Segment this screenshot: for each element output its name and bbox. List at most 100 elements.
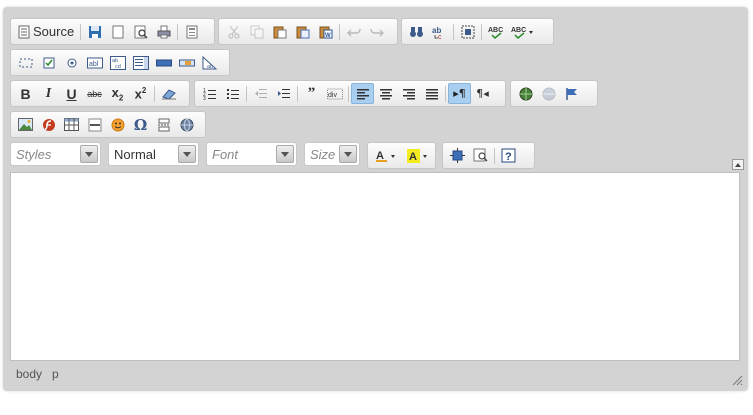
format-combo-arrow[interactable] xyxy=(178,145,196,163)
italic-button[interactable]: I xyxy=(37,83,60,104)
source-button[interactable]: Source xyxy=(14,21,78,42)
special-char-button[interactable]: Ω xyxy=(129,114,152,135)
maximize-button[interactable] xyxy=(446,145,469,166)
select-button[interactable] xyxy=(129,52,152,73)
paste-text-button[interactable] xyxy=(291,21,314,42)
show-blocks-icon xyxy=(473,148,488,162)
underline-button[interactable]: U xyxy=(60,83,83,104)
text-field-button[interactable]: abl xyxy=(83,52,106,73)
smiley-button[interactable] xyxy=(106,114,129,135)
indent-button[interactable] xyxy=(272,83,295,104)
maximize-icon xyxy=(450,148,465,163)
horizontal-rule-button[interactable] xyxy=(83,114,106,135)
templates-button[interactable] xyxy=(180,21,203,42)
ltr-button[interactable]: ▸¶ xyxy=(448,83,471,104)
strike-button[interactable]: abc xyxy=(83,83,106,104)
select-all-button[interactable] xyxy=(456,21,479,42)
text-color-icon: A xyxy=(376,150,395,162)
numbered-list-icon: 123 xyxy=(203,88,216,101)
styles-combo-value: Styles xyxy=(16,146,52,162)
align-center-icon xyxy=(379,88,392,99)
find-button[interactable] xyxy=(405,21,428,42)
preview-icon xyxy=(134,25,148,39)
binoculars-icon xyxy=(410,26,423,37)
spell-check-icon: ABC xyxy=(488,27,503,39)
save-icon xyxy=(88,25,101,38)
table-button[interactable] xyxy=(60,114,83,135)
align-center-button[interactable] xyxy=(374,83,397,104)
styles-combo[interactable]: Styles xyxy=(10,142,101,166)
create-div-icon: div xyxy=(326,88,343,99)
smiley-icon xyxy=(111,118,124,131)
remove-format-button[interactable] xyxy=(157,83,180,104)
size-combo-value: Size xyxy=(310,146,336,162)
cut-button[interactable] xyxy=(222,21,245,42)
superscript-button[interactable]: x2 xyxy=(129,83,152,104)
link-button[interactable] xyxy=(514,83,537,104)
radio-button[interactable] xyxy=(60,52,83,73)
image-button-button[interactable] xyxy=(175,52,198,73)
copy-button[interactable] xyxy=(245,21,268,42)
paste-from-word-button[interactable]: W xyxy=(314,21,337,42)
checkbox-button[interactable] xyxy=(37,52,60,73)
select-all-icon xyxy=(461,25,474,38)
replace-button[interactable]: ab c xyxy=(428,21,451,42)
styles-combo-arrow[interactable] xyxy=(80,145,98,163)
text-field-icon: abl xyxy=(86,57,103,68)
numbered-list-button[interactable]: 123 xyxy=(198,83,221,104)
ltr-icon: ▸¶ xyxy=(453,87,466,100)
source-button-label: Source xyxy=(33,24,75,39)
image-button[interactable] xyxy=(14,114,37,135)
collapse-toolbar-button[interactable] xyxy=(732,159,744,170)
outdent-button[interactable] xyxy=(249,83,272,104)
textarea-button[interactable]: ab cd xyxy=(106,52,129,73)
bulleted-list-button[interactable] xyxy=(221,83,244,104)
save-button[interactable] xyxy=(83,21,106,42)
background-color-button[interactable]: A xyxy=(403,145,435,166)
rtl-button[interactable]: ¶◂ xyxy=(471,83,494,104)
size-combo-arrow[interactable] xyxy=(339,145,357,163)
align-right-button[interactable] xyxy=(397,83,420,104)
iframe-button[interactable] xyxy=(175,114,198,135)
preview-button[interactable] xyxy=(129,21,152,42)
path-item-p[interactable]: p xyxy=(52,367,59,381)
blockquote-button[interactable]: ” xyxy=(300,83,323,104)
paste-button[interactable] xyxy=(268,21,291,42)
justify-button[interactable] xyxy=(420,83,443,104)
unlink-button[interactable] xyxy=(537,83,560,104)
bold-button[interactable]: B xyxy=(14,83,37,104)
path-item-body[interactable]: body xyxy=(16,367,42,381)
outdent-icon xyxy=(254,88,267,98)
undo-button[interactable] xyxy=(342,21,365,42)
page-break-icon xyxy=(157,118,170,131)
separator xyxy=(339,23,340,40)
form-button[interactable] xyxy=(14,52,37,73)
text-color-button[interactable]: A xyxy=(371,145,403,166)
help-icon: ? xyxy=(501,148,516,163)
spell-check-button[interactable]: ABC xyxy=(484,21,507,42)
size-combo[interactable]: Size xyxy=(304,142,360,166)
show-blocks-button[interactable] xyxy=(469,145,492,166)
new-page-button[interactable] xyxy=(106,21,129,42)
svg-text:ab: ab xyxy=(207,64,213,70)
group-insert: Ω xyxy=(10,111,206,138)
redo-button[interactable] xyxy=(365,21,388,42)
resize-handle-icon[interactable] xyxy=(731,374,743,386)
align-left-button[interactable] xyxy=(351,83,374,104)
button-button[interactable] xyxy=(152,52,175,73)
group-colors: A A xyxy=(367,142,436,169)
spell-check-as-you-type-button[interactable]: ABC xyxy=(507,21,539,42)
font-combo-arrow[interactable] xyxy=(276,145,294,163)
page-break-button[interactable] xyxy=(152,114,175,135)
cut-icon xyxy=(228,25,239,38)
format-combo[interactable]: Normal xyxy=(108,142,199,166)
create-div-button[interactable]: div xyxy=(323,83,346,104)
editor-content-area[interactable] xyxy=(10,172,740,361)
flash-button[interactable] xyxy=(37,114,60,135)
hidden-field-button[interactable]: ab xyxy=(198,52,221,73)
anchor-button[interactable] xyxy=(560,83,583,104)
print-button[interactable] xyxy=(152,21,175,42)
about-button[interactable]: ? xyxy=(497,145,520,166)
subscript-button[interactable]: x2 xyxy=(106,83,129,104)
font-combo[interactable]: Font xyxy=(206,142,297,166)
